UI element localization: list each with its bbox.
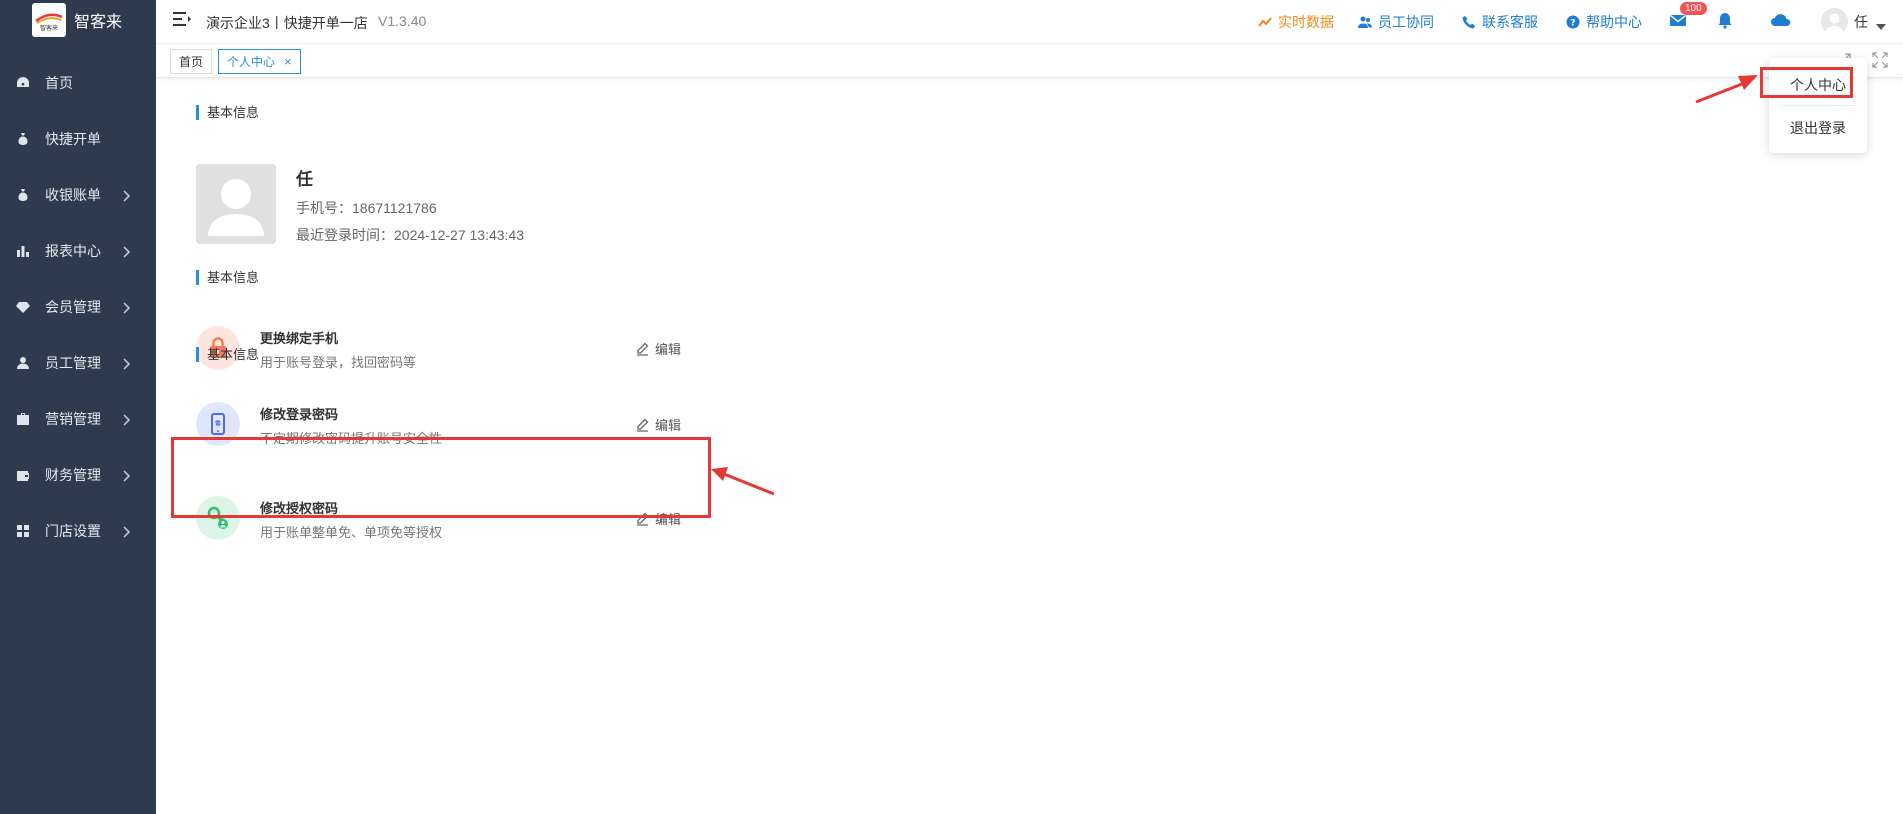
section-title-phone: 基本信息: [196, 270, 259, 285]
diamond-icon: [16, 300, 30, 314]
logo-icon: 智客来: [32, 3, 66, 37]
sidebar-item-store-settings[interactable]: 门店设置: [0, 503, 156, 559]
edit-label: 编辑: [655, 342, 682, 357]
sidebar-item-label: 门店设置: [45, 523, 101, 539]
profile-last-login: 最近登录时间：2024-12-27 13:43:43: [296, 225, 524, 245]
phone-label: 手机号：: [296, 200, 352, 216]
trend-icon: [1258, 17, 1272, 27]
setting-title: 更换绑定手机: [260, 331, 339, 346]
user-avatar[interactable]: [1821, 8, 1848, 35]
main-content: 基本信息 任 手机号：18671121786 最近登录时间：2024-12-27…: [156, 86, 1903, 814]
highlight-box: [171, 437, 711, 518]
dropdown-divider: [1779, 105, 1857, 106]
user-icon: [16, 356, 30, 370]
sidebar-item-quick-order[interactable]: 快捷开单: [0, 111, 156, 167]
section-title-basic-info: 基本信息: [196, 105, 259, 120]
edit-label: 编辑: [655, 418, 682, 433]
user-name[interactable]: 任: [1854, 12, 1868, 32]
last-login-value: 2024-12-27 13:43:43: [394, 227, 524, 243]
section-title-password: 基本信息: [196, 347, 259, 362]
sidebar-item-label: 首页: [45, 75, 73, 91]
pencil-icon: [637, 342, 649, 356]
help-center-label: 帮助中心: [1586, 14, 1642, 30]
sidebar-item-bills[interactable]: 收银账单: [0, 167, 156, 223]
sidebar: 智客来 智客来 首页 快捷开单 收银账单 报表中心 会员管理 员工管理 营销管理…: [0, 0, 156, 814]
sidebar-item-marketing[interactable]: 营销管理: [0, 391, 156, 447]
profile-avatar: [196, 164, 276, 244]
phone-icon: [1462, 16, 1475, 29]
chevron-right-icon: [121, 469, 131, 482]
staff-collab-link[interactable]: 员工协同: [1358, 12, 1434, 32]
sidebar-item-staff[interactable]: 员工管理: [0, 335, 156, 391]
contact-support-link[interactable]: 联系客服: [1462, 12, 1538, 32]
svg-text:智客来: 智客来: [40, 24, 58, 32]
chevron-right-icon: [121, 357, 131, 370]
cloud-icon[interactable]: [1770, 11, 1792, 29]
close-icon[interactable]: ×: [284, 54, 292, 69]
menu-item-logout[interactable]: 退出登录: [1769, 118, 1867, 138]
caret-down-icon[interactable]: [1876, 17, 1886, 30]
setting-desc: 用于账单整单免、单项免等授权: [260, 525, 443, 540]
tab-bar: 首页 个人中心 ×: [156, 44, 1903, 78]
store-title: 演示企业3丨快捷开单一店: [206, 15, 368, 31]
sidebar-item-label: 会员管理: [45, 299, 101, 315]
dashboard-icon: [16, 76, 30, 90]
edit-button[interactable]: 编辑: [636, 415, 681, 434]
last-login-label: 最近登录时间：: [296, 227, 394, 243]
chevron-right-icon: [121, 245, 131, 258]
edit-button[interactable]: 编辑: [636, 339, 681, 358]
sidebar-item-label: 财务管理: [45, 467, 101, 483]
chevron-right-icon: [121, 301, 131, 314]
profile-phone: 手机号：18671121786: [296, 198, 437, 218]
realtime-data-link[interactable]: 实时数据: [1258, 12, 1334, 32]
chevron-right-icon: [121, 525, 131, 538]
version-label: V1.3.40: [378, 13, 427, 29]
annotation-arrow: [711, 467, 775, 496]
sidebar-item-label: 报表中心: [45, 243, 101, 259]
chevron-right-icon: [121, 413, 131, 426]
highlight-box-menu: [1760, 67, 1853, 98]
wallet-icon: [16, 468, 30, 482]
menu-toggle-icon[interactable]: [173, 11, 191, 27]
money-bag-icon: [16, 132, 30, 146]
pencil-icon: [637, 418, 649, 432]
realtime-data-label: 实时数据: [1278, 14, 1334, 30]
sidebar-nav: 首页 快捷开单 收银账单 报表中心 会员管理 员工管理 营销管理 财务管理 门店…: [0, 55, 156, 559]
fullscreen-icon[interactable]: [1872, 52, 1888, 68]
message-count-badge: 100: [1680, 2, 1707, 15]
tab-home[interactable]: 首页: [170, 49, 213, 74]
chevron-right-icon: [121, 189, 131, 202]
help-center-link[interactable]: ? 帮助中心: [1566, 12, 1642, 32]
money-bag-icon: [16, 188, 30, 202]
setting-row-change-phone: 更换绑定手机 用于账号登录，找回密码等 编辑: [196, 318, 706, 378]
sidebar-item-label: 营销管理: [45, 411, 101, 427]
top-header: 演示企业3丨快捷开单一店 V1.3.40 实时数据 员工协同 联系客服 ? 帮助…: [156, 0, 1903, 44]
setting-title: 修改登录密码: [260, 407, 339, 422]
sidebar-item-label: 收银账单: [45, 187, 101, 203]
question-icon: ?: [1566, 15, 1580, 29]
sidebar-item-label: 员工管理: [45, 355, 101, 371]
profile-name: 任: [296, 170, 313, 189]
sidebar-item-members[interactable]: 会员管理: [0, 279, 156, 335]
tab-label: 首页: [179, 55, 204, 69]
annotation-arrow-menu: [1695, 75, 1758, 104]
setting-desc: 用于账号登录，找回密码等: [260, 355, 417, 370]
logo-text: 智客来: [74, 14, 123, 31]
phone-value: 18671121786: [352, 200, 437, 216]
bell-icon[interactable]: [1716, 11, 1734, 29]
briefcase-icon: [16, 412, 30, 426]
sidebar-item-home[interactable]: 首页: [0, 55, 156, 111]
logo: 智客来 智客来: [0, 0, 156, 40]
grid-icon: [16, 524, 30, 538]
sidebar-item-finance[interactable]: 财务管理: [0, 447, 156, 503]
sidebar-item-reports[interactable]: 报表中心: [0, 223, 156, 279]
staff-collab-label: 员工协同: [1378, 14, 1434, 30]
contact-support-label: 联系客服: [1482, 14, 1538, 30]
bar-chart-icon: [16, 244, 30, 258]
tab-personal-center[interactable]: 个人中心 ×: [218, 49, 301, 74]
sidebar-item-label: 快捷开单: [45, 131, 101, 147]
tab-label: 个人中心: [227, 55, 276, 69]
svg-text:?: ?: [1570, 19, 1575, 29]
users-icon: [1358, 16, 1372, 28]
